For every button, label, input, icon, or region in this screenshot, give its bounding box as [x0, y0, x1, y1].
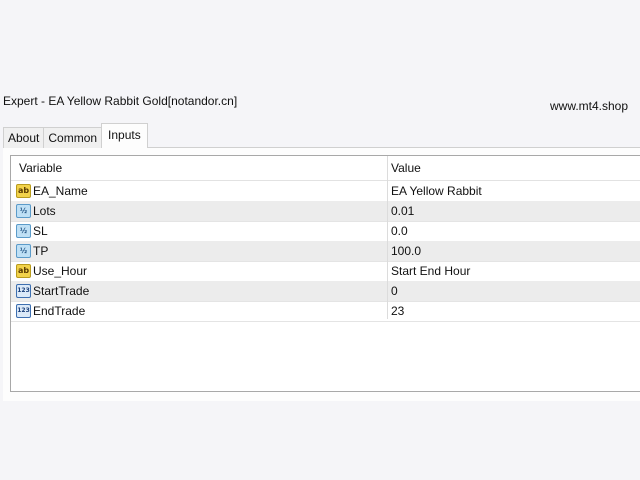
table-header: Variable Value [11, 156, 640, 181]
column-header-variable[interactable]: Variable [19, 156, 62, 180]
table-row[interactable]: 123 StartTrade 0 [11, 281, 640, 302]
variable-name: EA_Name [33, 184, 88, 198]
tab-bar: About Common Inputs [3, 123, 148, 148]
column-divider[interactable] [387, 156, 388, 319]
window-title: Expert - EA Yellow Rabbit Gold[notandor.… [3, 94, 238, 108]
string-type-icon: ab [16, 184, 31, 198]
variable-name: SL [33, 224, 48, 238]
double-type-icon: ½ [16, 224, 31, 238]
table-row[interactable]: ab Use_Hour Start End Hour [11, 261, 640, 282]
variable-name: TP [33, 244, 49, 258]
double-type-icon: ½ [16, 204, 31, 218]
variable-value[interactable]: 23 [391, 301, 404, 321]
variable-value[interactable]: 100.0 [391, 241, 421, 261]
tab-inputs[interactable]: Inputs [101, 123, 148, 148]
watermark-text: www.mt4.shop [550, 99, 629, 113]
variable-name: Use_Hour [33, 264, 88, 278]
string-type-icon: ab [16, 264, 31, 278]
variable-name: EndTrade [33, 304, 86, 318]
variable-name: StartTrade [33, 284, 90, 298]
tab-about[interactable]: About [3, 127, 45, 148]
table-row[interactable]: ½ TP 100.0 [11, 241, 640, 262]
integer-type-icon: 123 [16, 284, 31, 298]
variable-value[interactable]: Start End Hour [391, 261, 470, 281]
table-row[interactable]: ½ SL 0.0 [11, 221, 640, 242]
integer-type-icon: 123 [16, 304, 31, 318]
variable-value[interactable]: 0.0 [391, 221, 408, 241]
table-row[interactable]: ab EA_Name EA Yellow Rabbit [11, 181, 640, 202]
double-type-icon: ½ [16, 244, 31, 258]
table-row[interactable]: ½ Lots 0.01 [11, 201, 640, 222]
variable-value[interactable]: 0 [391, 281, 398, 301]
variable-value[interactable]: EA Yellow Rabbit [391, 181, 482, 201]
column-header-value[interactable]: Value [391, 156, 421, 180]
tab-common[interactable]: Common [43, 127, 103, 148]
table-row[interactable]: 123 EndTrade 23 [11, 301, 640, 322]
variable-value[interactable]: 0.01 [391, 201, 414, 221]
inputs-table: Variable Value ab EA_Name EA Yellow Rabb… [10, 155, 640, 392]
variable-name: Lots [33, 204, 56, 218]
